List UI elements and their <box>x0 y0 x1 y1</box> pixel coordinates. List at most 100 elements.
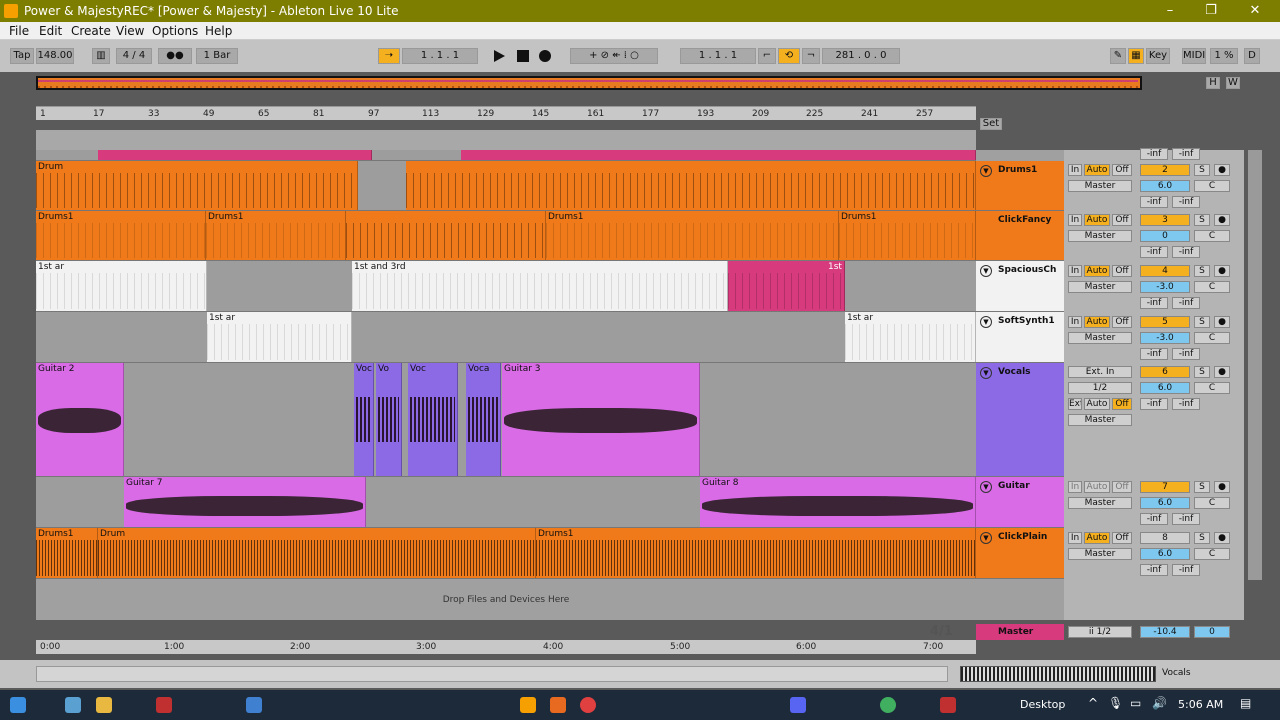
clip-guitar-7[interactable]: Guitar 7 <box>124 477 366 527</box>
track-header[interactable]: ▼ ClickPlain <box>976 528 1064 579</box>
clip-1st[interactable]: 1st ar <box>845 312 976 362</box>
clip-drums1[interactable] <box>346 211 546 260</box>
auto-button[interactable]: Auto <box>1084 164 1110 176</box>
output-select[interactable]: Master <box>1068 332 1132 344</box>
firefox-icon[interactable] <box>550 697 566 713</box>
channel-select[interactable]: 1/2 <box>1068 382 1132 394</box>
arm-icon[interactable]: ● <box>1214 265 1230 277</box>
solo-button[interactable]: S <box>1194 316 1210 328</box>
song-position-field[interactable]: 1 . 1 . 1 <box>402 48 478 64</box>
off-button[interactable]: Off <box>1112 316 1132 328</box>
follow-icon[interactable]: ●● <box>158 48 192 64</box>
set-button[interactable]: Set <box>980 118 1002 130</box>
minimize-button[interactable]: – <box>1155 2 1185 20</box>
punch-in-icon[interactable]: ⌐ <box>758 48 776 64</box>
microphone-icon[interactable]: 🎙 <box>1108 696 1123 710</box>
solo-button[interactable]: S <box>1194 164 1210 176</box>
metronome-icon[interactable]: ▥ <box>92 48 110 64</box>
fold-icon[interactable]: ▼ <box>980 265 992 277</box>
lane-guitar[interactable]: Guitar 7 Guitar 8 <box>36 477 976 528</box>
track-header[interactable]: ▼ Guitar <box>976 477 1064 528</box>
volume-field[interactable]: -3.0 <box>1140 281 1190 293</box>
clip-drums1[interactable]: Drums1 <box>36 211 206 260</box>
auto-button[interactable]: Auto <box>1084 481 1110 493</box>
input-button[interactable]: In <box>1068 316 1082 328</box>
network-icon[interactable]: ▭ <box>1130 696 1141 710</box>
fold-icon[interactable]: ▼ <box>980 532 992 544</box>
clip-voc[interactable]: Voc <box>354 363 374 476</box>
output-select[interactable]: Master <box>1068 281 1132 293</box>
menu-file[interactable]: File <box>9 24 29 38</box>
off-button[interactable]: Off <box>1112 265 1132 277</box>
vertical-scrollbar[interactable] <box>1248 150 1262 580</box>
track-activator[interactable]: 2 <box>1140 164 1190 176</box>
track-activator[interactable]: 8 <box>1140 532 1190 544</box>
solo-button[interactable]: S <box>1194 481 1210 493</box>
midi-map-button[interactable]: MIDI <box>1182 48 1206 64</box>
lane-softsynth1[interactable]: 1st ar 1st ar <box>36 312 976 363</box>
tempo-field[interactable]: 148.00 <box>36 48 74 64</box>
output-select[interactable]: Master <box>1068 414 1132 426</box>
chrome-icon[interactable] <box>580 697 596 713</box>
time-signature-field[interactable]: 4 / 4 <box>116 48 152 64</box>
lane-vocals[interactable]: Guitar 2 Voc Vo Voc Voca Guitar 3 <box>36 363 976 477</box>
taskbar-app-icon[interactable] <box>65 697 81 713</box>
notification-icon[interactable]: ▤ <box>1240 696 1251 710</box>
output-select[interactable]: Master <box>1068 230 1132 242</box>
track-activator[interactable]: 3 <box>1140 214 1190 226</box>
draw-mode-icon[interactable]: ✎ <box>1110 48 1126 64</box>
solo-button[interactable]: S <box>1194 214 1210 226</box>
record-icon[interactable] <box>539 50 551 62</box>
volume-field[interactable]: -3.0 <box>1140 332 1190 344</box>
off-button[interactable]: Off <box>1112 164 1132 176</box>
off-button[interactable]: Off <box>1112 532 1132 544</box>
menu-edit[interactable]: Edit <box>39 24 62 38</box>
master-channel-select[interactable]: ii 1/2 <box>1068 626 1132 638</box>
input-select[interactable]: Ext. In <box>1068 366 1132 378</box>
taskbar-app-icon[interactable] <box>246 697 262 713</box>
clip-voc[interactable]: Voc <box>408 363 458 476</box>
master-header[interactable]: Master <box>976 624 1064 640</box>
track-activator[interactable]: 6 <box>1140 366 1190 378</box>
keyboard-display[interactable] <box>960 666 1156 682</box>
menu-options[interactable]: Options <box>152 24 198 38</box>
volume-field[interactable]: 6.0 <box>1140 548 1190 560</box>
arm-icon[interactable]: ● <box>1214 481 1230 493</box>
clip-guitar-2[interactable]: Guitar 2 <box>36 363 124 476</box>
auto-button[interactable]: Auto <box>1084 265 1110 277</box>
arrangement-overview[interactable] <box>36 76 1142 90</box>
off-button[interactable]: Off <box>1112 398 1132 410</box>
clip-guitar-8[interactable]: Guitar 8 <box>700 477 976 527</box>
clip-drums1[interactable]: Drums1 <box>839 211 976 260</box>
menu-create[interactable]: Create <box>71 24 111 38</box>
fold-icon[interactable]: ▼ <box>980 367 992 379</box>
fold-icon[interactable]: ▼ <box>980 165 992 177</box>
keyboard-icon[interactable]: ▦ <box>1128 48 1144 64</box>
arm-icon[interactable]: ● <box>1214 164 1230 176</box>
clip-1st[interactable]: 1st ar <box>207 312 352 362</box>
arrangement-view[interactable]: Drum Drums1 Drums1 Drums1 Drums1 1st ar … <box>36 150 976 620</box>
overview-w-button[interactable]: W <box>1226 77 1240 89</box>
clip-drums[interactable]: Drum <box>36 161 358 210</box>
input-button[interactable]: In <box>1068 265 1082 277</box>
follow-playback-icon[interactable]: ➝ <box>378 48 400 64</box>
stop-icon[interactable] <box>517 50 529 62</box>
clip-1st[interactable]: 1st ar <box>36 261 207 311</box>
pan-field[interactable]: C <box>1194 382 1230 394</box>
play-icon[interactable] <box>494 50 505 62</box>
time-ruler[interactable]: 0:00 1:00 2:00 3:00 4:00 5:00 6:00 7:00 <box>36 640 976 654</box>
input-button[interactable]: In <box>1068 481 1082 493</box>
track-header[interactable]: ▼ SpaciousCh <box>976 261 1064 312</box>
input-button[interactable]: Ext. In <box>1068 398 1082 410</box>
loop-switch-icon[interactable]: ⟲ <box>778 48 800 64</box>
auto-button[interactable]: Auto <box>1084 532 1110 544</box>
clip-drums[interactable] <box>406 161 976 210</box>
clip-drums1[interactable]: Drums1 <box>536 528 976 578</box>
track-header[interactable]: ▼ SoftSynth1 <box>976 312 1064 363</box>
input-button[interactable]: In <box>1068 532 1082 544</box>
windows-start-icon[interactable] <box>10 697 26 713</box>
drop-zone[interactable]: Drop Files and Devices Here <box>36 580 976 620</box>
lane-drums1[interactable]: Drum <box>36 161 976 211</box>
output-select[interactable]: Master <box>1068 180 1132 192</box>
auto-button[interactable]: Auto <box>1084 316 1110 328</box>
